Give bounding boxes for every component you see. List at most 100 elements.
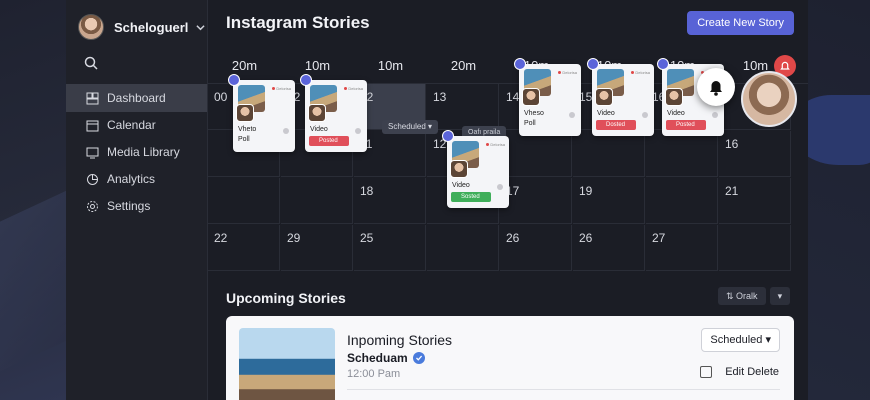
settings-icon — [86, 200, 99, 213]
close-icon[interactable] — [712, 112, 718, 118]
card-tag: Delorisa — [490, 142, 505, 147]
filter-dropdown-button[interactable]: ▾ — [769, 287, 791, 305]
calendar-day-number: 16 — [725, 137, 739, 151]
calendar-day-cell[interactable]: 17 — [500, 178, 572, 224]
heart-icon — [657, 58, 669, 70]
sidebar-item-analytics[interactable]: Analytics — [66, 165, 207, 193]
status-dot — [344, 87, 347, 90]
story-card[interactable]: Delorisa Vheto Poll — [233, 80, 295, 152]
notification-button[interactable] — [697, 68, 735, 106]
divider — [347, 389, 780, 390]
card-tag: Delorisa — [348, 86, 363, 91]
calendar-day-cell[interactable] — [573, 131, 645, 177]
status-dot — [272, 87, 275, 90]
scheduled-label: Scheduled — [388, 122, 426, 131]
story-card[interactable]: Delorisa Video Sosted — [447, 136, 509, 208]
card-subtitle: Poll — [238, 136, 250, 143]
calendar-day-cell[interactable]: 25 — [354, 225, 426, 271]
sidebar: Scheloguerl Dashboard Calendar Media Lib… — [66, 0, 208, 400]
calendar-day-number: 26 — [579, 231, 593, 245]
dashboard-icon — [86, 92, 99, 105]
search-icon — [84, 56, 98, 70]
status-dot — [486, 143, 489, 146]
analytics-icon — [86, 173, 99, 186]
calendar-day-number: 18 — [360, 184, 374, 198]
creator-avatar — [236, 104, 254, 122]
heart-icon — [228, 74, 240, 86]
calendar-day-number: 21 — [725, 184, 739, 198]
bell-icon — [710, 81, 722, 96]
calendar-day-cell[interactable] — [208, 178, 280, 224]
status-badge: Posted — [309, 136, 349, 146]
close-icon[interactable] — [497, 184, 503, 190]
story-subtitle: Scheduam — [347, 351, 425, 365]
status-select[interactable]: Scheduled ▾ — [701, 328, 780, 352]
card-subtitle: Poll — [524, 120, 536, 127]
app-window: Scheloguerl Dashboard Calendar Media Lib… — [66, 0, 808, 400]
sidebar-item-media-library[interactable]: Media Library — [66, 138, 207, 166]
calendar-day-cell[interactable]: 22 — [208, 225, 280, 271]
card-title: Video — [310, 126, 328, 133]
sidebar-nav: Dashboard Calendar Media Library Analyti… — [66, 84, 207, 220]
calendar-day-cell[interactable] — [281, 178, 353, 224]
background-left — [0, 0, 70, 400]
close-icon[interactable] — [569, 112, 575, 118]
status-badge: Dosted — [596, 120, 636, 130]
close-icon[interactable] — [355, 128, 361, 134]
close-icon[interactable] — [283, 128, 289, 134]
sidebar-item-label: Analytics — [107, 172, 156, 186]
chevron-down-icon: ▾ — [777, 291, 783, 301]
upcoming-toolbar: ⇅ Oralk ▾ — [718, 287, 791, 305]
heart-icon — [587, 58, 599, 70]
status-dot — [558, 71, 561, 74]
account-switcher[interactable]: Scheloguerl — [66, 10, 207, 44]
calendar-day-number: 13 — [433, 90, 447, 104]
background-shape — [0, 189, 70, 381]
calendar-day-cell[interactable]: 26 — [500, 225, 572, 271]
calendar-day-cell[interactable]: 29 — [281, 225, 353, 271]
sidebar-item-calendar[interactable]: Calendar — [66, 111, 207, 139]
card-title: Vheso — [524, 110, 544, 117]
heart-icon — [300, 74, 312, 86]
calendar-day-cell[interactable]: 18 — [354, 178, 426, 224]
avatar — [78, 14, 104, 40]
calendar-day-cell[interactable]: 19 — [573, 178, 645, 224]
status-select-value: Scheduled — [710, 334, 763, 346]
calendar-column-header: 20m — [231, 58, 258, 73]
create-new-story-button[interactable]: Create New Story — [687, 11, 794, 35]
story-card[interactable]: Delorisa Vheso Poll — [519, 64, 581, 136]
upcoming-story-card[interactable]: Inpoming Stories Scheduam 12:00 Pam Sche… — [226, 316, 794, 400]
creator-avatar — [450, 160, 468, 178]
scheduled-dropdown[interactable]: Scheduled ▾ — [382, 120, 439, 134]
sidebar-item-label: Calendar — [107, 118, 156, 132]
calendar-day-cell[interactable]: 26 — [573, 225, 645, 271]
calendar-day-cell[interactable]: 27 — [646, 225, 718, 271]
media-library-icon — [86, 146, 99, 159]
edit-delete-actions[interactable]: Edit Delete — [725, 366, 779, 378]
calendar-day-cell[interactable] — [719, 225, 791, 271]
calendar-day-cell[interactable]: 21 — [719, 178, 791, 224]
close-icon[interactable] — [642, 112, 648, 118]
calendar-day-cell[interactable] — [646, 178, 718, 224]
card-tag: Delorisa — [562, 70, 577, 75]
sidebar-item-settings[interactable]: Settings — [66, 192, 207, 220]
calendar-day-cell[interactable] — [427, 225, 499, 271]
story-card[interactable]: Delorisa Video Posted — [305, 80, 367, 152]
profile-avatar[interactable] — [741, 71, 797, 127]
card-tag: Delorisa — [276, 86, 291, 91]
calendar-day-number: 15 — [579, 90, 593, 104]
sidebar-item-dashboard[interactable]: Dashboard — [66, 84, 207, 112]
story-title: Inpoming Stories — [347, 332, 453, 348]
story-card[interactable]: Delorisa Video Dosted — [592, 64, 654, 136]
select-checkbox[interactable] — [700, 366, 712, 378]
search-button[interactable] — [66, 44, 207, 82]
creator-avatar — [308, 104, 326, 122]
sidebar-item-label: Dashboard — [107, 91, 166, 105]
calendar-day-cell[interactable] — [500, 131, 572, 177]
calendar-day-cell[interactable]: 16 — [719, 131, 791, 177]
sort-button[interactable]: ⇅ Oralk — [718, 287, 766, 305]
story-subtitle-text: Scheduam — [347, 351, 408, 365]
calendar-day-cell[interactable] — [646, 131, 718, 177]
calendar-day-number: 29 — [287, 231, 301, 245]
header: Instagram Stories Create New Story — [208, 0, 808, 46]
